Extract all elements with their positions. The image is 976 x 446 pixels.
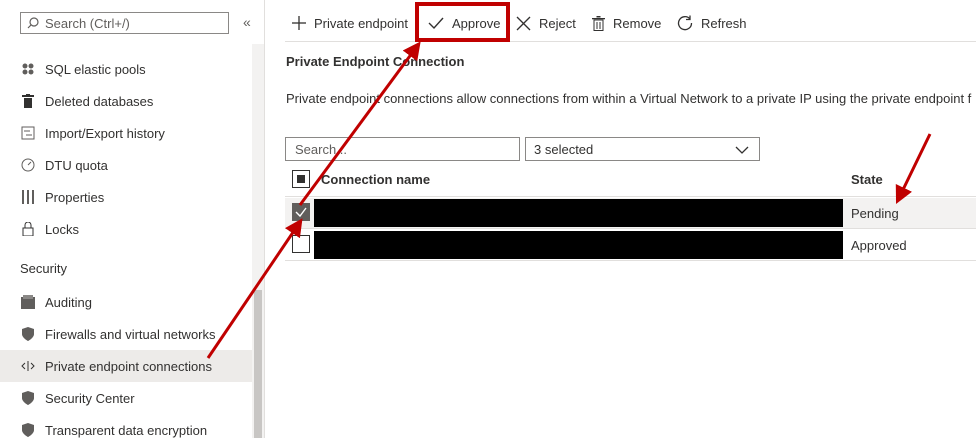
plus-icon xyxy=(292,16,306,30)
sidebar-item-label: DTU quota xyxy=(45,157,108,173)
sidebar-item-deleted-databases[interactable]: Deleted databases xyxy=(0,85,252,117)
elastic-pool-icon xyxy=(20,61,36,77)
sidebar-item-transparent-data-encryption[interactable]: Transparent data encryption xyxy=(0,414,252,446)
chevron-down-icon xyxy=(735,143,749,158)
redacted-connection-name xyxy=(314,199,843,227)
reject-button[interactable]: Reject xyxy=(516,10,576,36)
shield-icon xyxy=(20,326,36,342)
trash-icon xyxy=(592,15,605,31)
menu-search-placeholder: Search (Ctrl+/) xyxy=(45,15,130,31)
sidebar-item-properties[interactable]: Properties xyxy=(0,181,252,213)
sidebar-item-security-center[interactable]: Security Center xyxy=(0,382,252,414)
sidebar-item-private-endpoint-connections[interactable]: Private endpoint connections xyxy=(0,350,252,382)
sidebar-item-label: Deleted databases xyxy=(45,93,154,109)
row-state: Approved xyxy=(851,238,907,253)
connection-search-input[interactable]: Search... xyxy=(285,137,520,161)
sidebar-item-label: Security Center xyxy=(45,390,135,406)
sidebar-item-firewalls[interactable]: Firewalls and virtual networks xyxy=(0,318,252,350)
remove-button[interactable]: Remove xyxy=(592,10,661,36)
sidebar-item-label: Firewalls and virtual networks xyxy=(45,326,216,342)
remove-label: Remove xyxy=(613,15,662,31)
add-private-endpoint-label: Private endpoint xyxy=(314,15,408,31)
menu-search-input[interactable]: Search (Ctrl+/) xyxy=(20,12,229,34)
state-filter-value: 3 selected xyxy=(534,141,594,157)
auditing-icon xyxy=(20,294,36,310)
checkmark-icon xyxy=(295,207,307,218)
row-state: Pending xyxy=(851,206,899,221)
column-header-state[interactable]: State xyxy=(851,172,883,187)
arrow-to-pending xyxy=(895,133,932,205)
approve-highlight-box xyxy=(415,2,510,42)
sidebar-item-label: Private endpoint connections xyxy=(45,358,212,374)
import-export-icon xyxy=(20,125,36,141)
section-heading-security: Security xyxy=(20,261,67,276)
sidebar-divider xyxy=(264,0,265,438)
properties-icon xyxy=(20,189,36,205)
reject-label: Reject xyxy=(539,15,576,31)
shield-icon xyxy=(20,390,36,406)
sidebar-item-sql-elastic-pools[interactable]: SQL elastic pools xyxy=(0,53,252,85)
toolbar-divider xyxy=(285,41,976,42)
state-filter-dropdown[interactable]: 3 selected xyxy=(525,137,760,161)
sidebar-item-dtu-quota[interactable]: DTU quota xyxy=(0,149,252,181)
add-private-endpoint-button[interactable]: Private endpoint xyxy=(292,10,408,36)
trash-icon xyxy=(20,93,36,109)
select-all-checkbox[interactable] xyxy=(292,170,310,188)
sidebar-item-label: Auditing xyxy=(45,294,92,310)
column-header-connection-name[interactable]: Connection name xyxy=(321,172,430,187)
row-checkbox[interactable] xyxy=(292,203,310,221)
command-bar: Private endpoint Approve Reject Remove R… xyxy=(285,0,976,46)
sidebar-item-label: Import/Export history xyxy=(45,125,165,141)
sidebar-item-auditing[interactable]: Auditing xyxy=(0,286,252,318)
connection-search-placeholder: Search... xyxy=(295,141,348,157)
sidebar-item-locks[interactable]: Locks xyxy=(0,213,252,245)
menu-scrollbar-thumb[interactable] xyxy=(254,290,262,438)
gauge-icon xyxy=(20,157,36,173)
page-description: Private endpoint connections allow conne… xyxy=(286,91,972,106)
refresh-icon xyxy=(677,15,693,31)
sidebar-item-label: Transparent data encryption xyxy=(45,422,208,438)
redacted-connection-name xyxy=(314,231,843,259)
private-endpoint-icon xyxy=(20,358,36,374)
page-title: Private Endpoint Connection xyxy=(286,54,465,69)
close-icon xyxy=(516,16,531,31)
table-header-divider xyxy=(285,196,976,197)
sidebar-item-import-export-history[interactable]: Import/Export history xyxy=(0,117,252,149)
resource-menu: Search (Ctrl+/) « SQL elastic pools Dele… xyxy=(0,0,264,438)
refresh-button[interactable]: Refresh xyxy=(677,10,747,36)
sidebar-item-label: SQL elastic pools xyxy=(45,61,146,77)
row-checkbox[interactable] xyxy=(292,235,310,253)
shield-icon xyxy=(20,422,36,438)
lock-icon xyxy=(20,221,36,237)
refresh-label: Refresh xyxy=(701,15,747,31)
search-icon xyxy=(27,17,39,29)
partial-selection-indicator xyxy=(297,175,305,183)
sidebar-item-label: Properties xyxy=(45,189,105,205)
collapse-menu-button[interactable]: « xyxy=(243,14,251,30)
sidebar-item-label: Locks xyxy=(45,221,79,237)
